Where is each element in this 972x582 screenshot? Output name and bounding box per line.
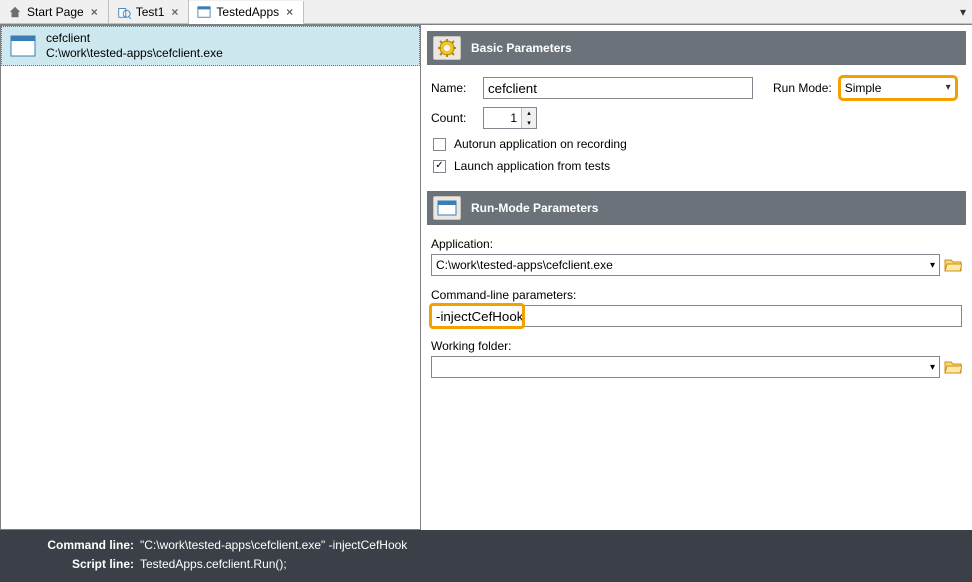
basic-params-header: Basic Parameters (427, 31, 966, 65)
count-value: 1 (484, 111, 521, 125)
application-value: C:\work\tested-apps\cefclient.exe (436, 258, 613, 272)
name-label: Name: (431, 81, 475, 95)
count-label: Count: (431, 111, 475, 125)
status-bar: Command line: "C:\work\tested-apps\cefcl… (0, 530, 972, 582)
run-mode-select[interactable]: Simple ▾ (840, 77, 956, 99)
application-label: Application: (431, 237, 962, 251)
test-icon (117, 5, 131, 19)
app-list-panel: cefclient C:\work\tested-apps\cefclient.… (0, 25, 421, 530)
folder-open-icon[interactable] (944, 257, 962, 273)
chevron-down-icon: ▾ (930, 362, 935, 373)
chevron-down-icon: ▾ (946, 82, 951, 93)
runmode-params-form: Application: C:\work\tested-apps\cefclie… (427, 231, 966, 390)
window-icon (197, 5, 211, 19)
tab-close-icon[interactable]: × (284, 5, 295, 19)
tab-overflow-chevron-icon[interactable]: ▾ (954, 5, 972, 19)
app-path: C:\work\tested-apps\cefclient.exe (46, 46, 223, 61)
tab-test1[interactable]: Test1 × (109, 0, 190, 23)
window-icon (10, 35, 36, 57)
tab-close-icon[interactable]: × (169, 5, 180, 19)
launch-label: Launch application from tests (454, 159, 610, 173)
spin-up-icon[interactable]: ▴ (522, 108, 536, 118)
launch-checkbox[interactable] (433, 160, 446, 173)
tab-close-icon[interactable]: × (89, 5, 100, 19)
app-name: cefclient (46, 31, 223, 46)
script-line-value: TestedApps.cefclient.Run(); (140, 555, 287, 574)
script-line-label: Script line: (44, 555, 140, 574)
tab-strip: Start Page × Test1 × TestedApps × ▾ (0, 0, 972, 24)
name-input[interactable] (483, 77, 753, 99)
gear-icon (433, 36, 461, 60)
app-list-text: cefclient C:\work\tested-apps\cefclient.… (46, 31, 223, 61)
tab-tested-apps[interactable]: TestedApps × (189, 1, 304, 24)
count-spinner[interactable]: 1 ▴ ▾ (483, 107, 537, 129)
working-folder-label: Working folder: (431, 339, 962, 353)
main-body: cefclient C:\work\tested-apps\cefclient.… (0, 24, 972, 530)
tab-label: Test1 (136, 5, 165, 19)
cmd-line-value: "C:\work\tested-apps\cefclient.exe" -inj… (140, 536, 407, 555)
runmode-params-header: Run-Mode Parameters (427, 191, 966, 225)
home-icon (8, 5, 22, 19)
tab-label: Start Page (27, 5, 84, 19)
properties-panel: Basic Parameters Name: Run Mode: Simple … (421, 25, 972, 530)
section-title: Run-Mode Parameters (471, 201, 598, 215)
spin-down-icon[interactable]: ▾ (522, 118, 536, 128)
working-folder-input[interactable]: ▾ (431, 356, 940, 378)
cmd-line-label: Command line: (44, 536, 140, 555)
run-mode-label: Run Mode: (773, 81, 832, 95)
window-icon (433, 196, 461, 220)
cmd-params-input[interactable] (431, 305, 962, 327)
folder-open-icon[interactable] (944, 359, 962, 375)
tab-label: TestedApps (216, 5, 279, 19)
section-title: Basic Parameters (471, 41, 572, 55)
cmd-params-label: Command-line parameters: (431, 288, 962, 302)
autorun-label: Autorun application on recording (454, 137, 627, 151)
chevron-down-icon: ▾ (930, 260, 935, 271)
run-mode-value: Simple (845, 81, 882, 95)
autorun-checkbox[interactable] (433, 138, 446, 151)
application-input[interactable]: C:\work\tested-apps\cefclient.exe ▾ (431, 254, 940, 276)
app-list-item[interactable]: cefclient C:\work\tested-apps\cefclient.… (1, 26, 420, 66)
tab-start-page[interactable]: Start Page × (0, 0, 109, 23)
basic-params-form: Name: Run Mode: Simple ▾ Count: 1 ▴ ▾ (427, 71, 966, 185)
